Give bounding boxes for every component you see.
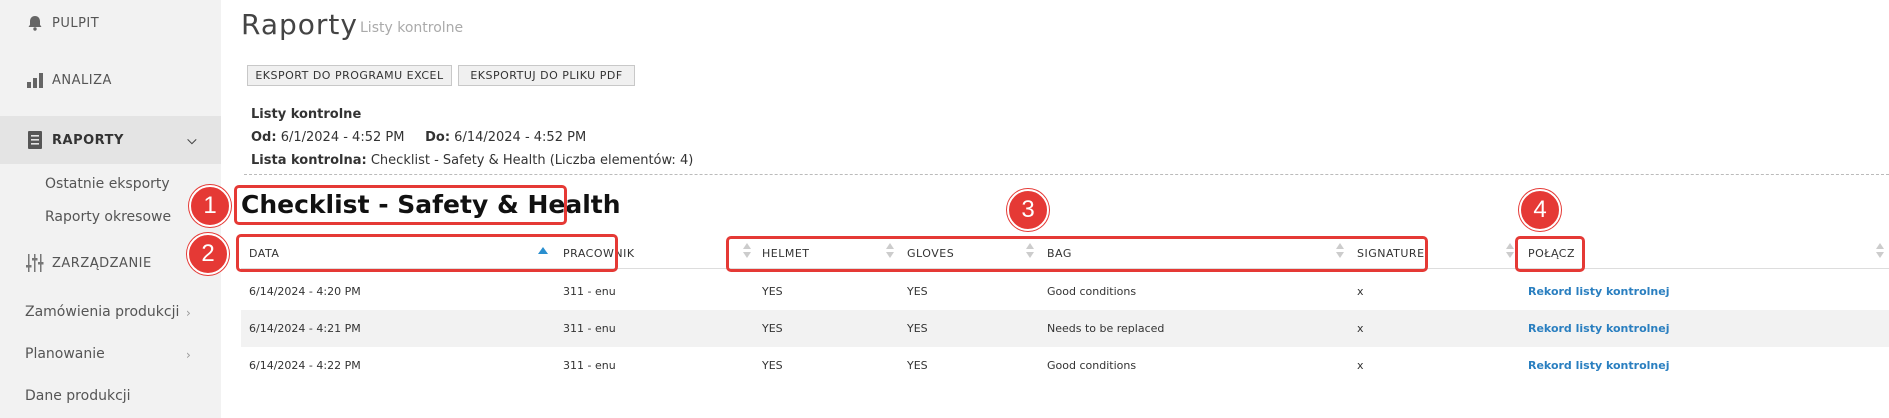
export-pdf-button[interactable]: EKSPORTUJ DO PLIKU PDF <box>458 65 635 86</box>
nav-raporty[interactable]: RAPORTY ⌵ <box>0 116 221 164</box>
table-row: 6/14/2024 - 4:22 PM 311 - enu YES YES Go… <box>241 347 1889 384</box>
od-label: Od: <box>251 130 277 145</box>
page-subtitle: Listy kontrolne <box>360 20 464 36</box>
chevron-right-icon: › <box>186 348 191 362</box>
nav-analiza[interactable]: ANALIZA <box>0 65 221 95</box>
cell-pracownik: 311 - enu <box>563 285 616 298</box>
lista-label: Lista kontrolna: <box>251 153 367 168</box>
cell-bag: Good conditions <box>1047 285 1137 298</box>
do-value: 6/14/2024 - 4:52 PM <box>454 130 587 145</box>
cell-data: 6/14/2024 - 4:22 PM <box>249 359 361 372</box>
lista-value: Checklist - Safety & Health (Liczba elem… <box>370 153 694 168</box>
nav-label: ANALIZA <box>52 72 112 88</box>
sort-icon[interactable] <box>1506 243 1514 261</box>
do-label: Do: <box>425 130 451 145</box>
cell-bag: Good conditions <box>1047 359 1137 372</box>
date-range: Od: 6/1/2024 - 4:52 PM Do: 6/14/2024 - 4… <box>251 130 586 145</box>
cell-signature: x <box>1357 322 1364 335</box>
divider <box>244 174 1889 175</box>
chevron-right-icon: › <box>186 306 191 320</box>
table-row: 6/14/2024 - 4:20 PM 311 - enu YES YES Go… <box>241 273 1889 310</box>
cell-gloves: YES <box>907 359 928 372</box>
annotation-badge-1: 1 <box>189 185 231 227</box>
cell-gloves: YES <box>907 322 928 335</box>
annotation-highlight-1 <box>234 185 567 225</box>
table-row: 6/14/2024 - 4:21 PM 311 - enu YES YES Ne… <box>241 310 1889 347</box>
cell-data: 6/14/2024 - 4:21 PM <box>249 322 361 335</box>
report-icon <box>24 129 46 151</box>
sort-icon[interactable] <box>1876 243 1884 261</box>
chevron-down-icon[interactable]: ⌵ <box>187 133 197 148</box>
nav-label: PULPIT <box>52 15 100 31</box>
cell-helmet: YES <box>762 285 783 298</box>
info-heading: Listy kontrolne <box>251 107 362 122</box>
bar-chart-icon <box>24 69 46 91</box>
annotation-highlight-3 <box>726 236 1428 272</box>
cell-pracownik: 311 - enu <box>563 322 616 335</box>
cell-pracownik: 311 - enu <box>563 359 616 372</box>
nav-label: ZARZĄDZANIE <box>52 255 152 271</box>
cell-helmet: YES <box>762 322 783 335</box>
annotation-highlight-2 <box>236 234 618 272</box>
cell-signature: x <box>1357 359 1364 372</box>
sidebar-item-zamowienia-produkcji[interactable]: Zamówienia produkcji <box>25 304 179 320</box>
annotation-badge-2: 2 <box>187 233 229 275</box>
sidebar-item-ostatnie-eksporty[interactable]: Ostatnie eksporty <box>45 176 170 192</box>
bell-icon <box>24 12 46 34</box>
cell-bag: Needs to be replaced <box>1047 322 1165 335</box>
nav-pulpit[interactable]: PULPIT <box>0 8 221 38</box>
sliders-icon <box>24 252 46 274</box>
annotation-highlight-4 <box>1515 236 1585 272</box>
nav-label: RAPORTY <box>52 132 124 148</box>
od-value: 6/1/2024 - 4:52 PM <box>280 130 405 145</box>
annotation-badge-3: 3 <box>1007 189 1049 231</box>
checklist-info: Lista kontrolna: Checklist - Safety & He… <box>251 153 693 168</box>
sidebar-item-planowanie[interactable]: Planowanie <box>25 346 105 362</box>
cell-data: 6/14/2024 - 4:20 PM <box>249 285 361 298</box>
checklist-record-link[interactable]: Rekord listy kontrolnej <box>1528 322 1669 335</box>
cell-helmet: YES <box>762 359 783 372</box>
sidebar-item-dane-produkcji[interactable]: Dane produkcji <box>25 388 131 404</box>
checklist-record-link[interactable]: Rekord listy kontrolnej <box>1528 285 1669 298</box>
checklist-record-link[interactable]: Rekord listy kontrolnej <box>1528 359 1669 372</box>
cell-gloves: YES <box>907 285 928 298</box>
page-title: Raporty <box>241 8 358 41</box>
sidebar: PULPIT ANALIZA RAPORTY ⌵ Ostatnie ekspor… <box>0 0 221 418</box>
export-excel-button[interactable]: EKSPORT DO PROGRAMU EXCEL <box>247 65 452 86</box>
cell-signature: x <box>1357 285 1364 298</box>
annotation-badge-4: 4 <box>1519 189 1561 231</box>
sidebar-item-raporty-okresowe[interactable]: Raporty okresowe <box>45 209 171 225</box>
